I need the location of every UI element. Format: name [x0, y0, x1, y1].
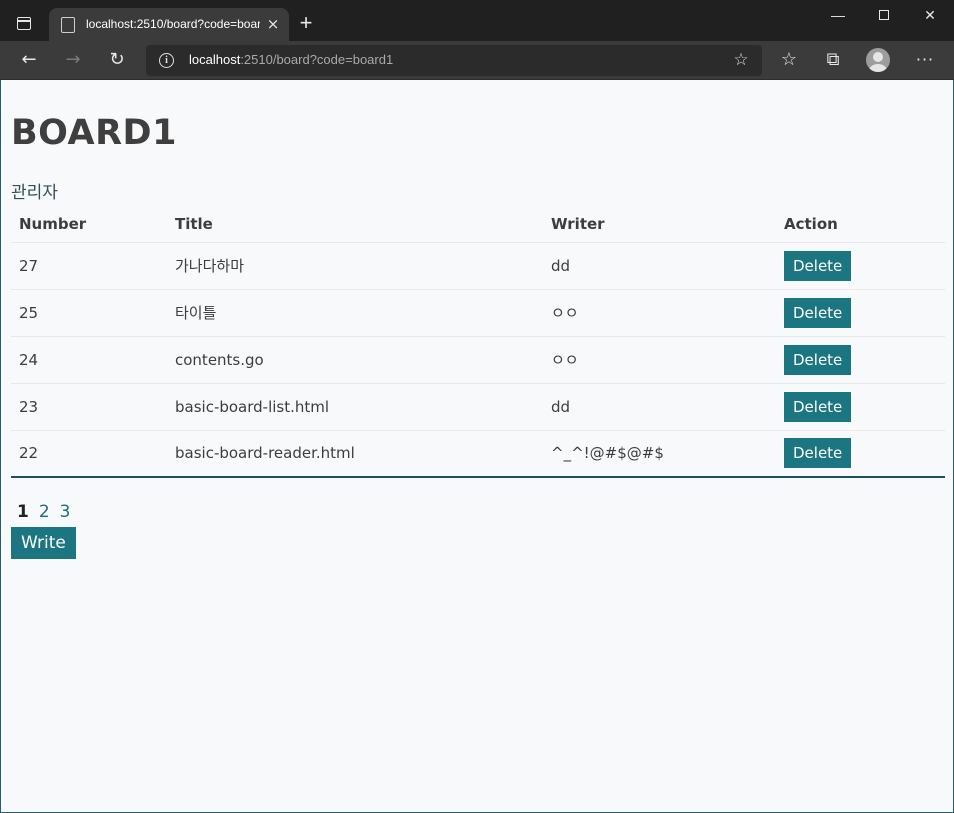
row-number: 24 — [11, 336, 167, 384]
url-host: localhost — [189, 52, 241, 67]
tab-close-icon[interactable]: × — [264, 15, 282, 33]
minimize-button[interactable]: — — [815, 0, 861, 32]
row-number: 23 — [11, 383, 167, 431]
row-action: Delete — [776, 336, 945, 384]
header-number: Number — [11, 206, 167, 243]
row-writer: dd — [543, 383, 776, 431]
favorites-icon[interactable]: ☆ — [774, 45, 804, 75]
row-writer: ㅇㅇ — [543, 289, 776, 337]
url-path: :2510/board?code=board1 — [240, 52, 394, 67]
row-number: 27 — [11, 242, 167, 290]
row-writer: ^_^!@#$@#$ — [543, 430, 776, 478]
title-bar: localhost:2510/board?code=board1 × + — ✕ — [0, 0, 954, 41]
maximize-button[interactable] — [861, 0, 907, 32]
delete-button[interactable]: Delete — [784, 344, 852, 375]
delete-button[interactable]: Delete — [784, 438, 852, 469]
collections-icon[interactable]: ⧉ — [818, 45, 848, 75]
delete-button[interactable]: Delete — [784, 250, 852, 281]
delete-button[interactable]: Delete — [784, 391, 852, 422]
user-role-label: 관리자 — [11, 183, 58, 203]
page-favicon-icon — [61, 17, 75, 33]
row-action: Delete — [776, 289, 945, 337]
back-arrow-icon[interactable]: ← — [14, 45, 44, 75]
page-content: BOARD1 관리자 Number Title Writer Action 27… — [0, 80, 954, 813]
reload-icon[interactable]: ↻ — [102, 45, 132, 75]
row-action: Delete — [776, 383, 945, 431]
header-title: Title — [167, 206, 543, 243]
more-options-icon[interactable]: ··· — [910, 45, 940, 75]
table-row: 24 contents.go ㅇㅇ Delete — [11, 336, 945, 384]
page-title: BOARD1 — [11, 113, 177, 153]
row-title[interactable]: basic-board-list.html — [167, 383, 543, 431]
table-row: 23 basic-board-list.html dd Delete — [11, 383, 945, 431]
page-link-1[interactable]: 1 — [17, 502, 29, 522]
profile-avatar[interactable] — [866, 48, 890, 72]
row-action: Delete — [776, 430, 945, 478]
row-title[interactable]: 타이틀 — [167, 289, 543, 337]
row-title[interactable]: basic-board-reader.html — [167, 430, 543, 478]
maximize-icon — [879, 10, 889, 21]
tab-title: localhost:2510/board?code=board1 — [86, 17, 260, 31]
add-favorite-icon[interactable]: ☆ — [730, 49, 752, 71]
row-action: Delete — [776, 242, 945, 290]
address-bar[interactable]: i localhost:2510/board?code=board1 ☆ — [146, 45, 762, 76]
table-row: 25 타이틀 ㅇㅇ Delete — [11, 289, 945, 337]
site-info-icon[interactable]: i — [159, 53, 174, 68]
browser-toolbar: ← → ↻ i localhost:2510/board?code=board1… — [0, 41, 954, 80]
pagination: 123 — [17, 502, 81, 522]
row-writer: ㅇㅇ — [543, 336, 776, 384]
table-row: 22 basic-board-reader.html ^_^!@#$@#$ De… — [11, 430, 945, 478]
row-title[interactable]: 가나다하마 — [167, 242, 543, 290]
row-number: 25 — [11, 289, 167, 337]
forward-arrow-icon[interactable]: → — [58, 45, 88, 75]
board-table: Number Title Writer Action 27 가나다하마 dd D… — [11, 206, 945, 478]
new-tab-icon[interactable]: + — [296, 12, 316, 34]
write-button[interactable]: Write — [11, 527, 76, 559]
header-writer: Writer — [543, 206, 776, 243]
row-writer: dd — [543, 242, 776, 290]
page-link-2[interactable]: 2 — [39, 502, 50, 522]
delete-button[interactable]: Delete — [784, 297, 852, 328]
row-title[interactable]: contents.go — [167, 336, 543, 384]
address-text[interactable]: localhost:2510/board?code=board1 — [189, 52, 393, 67]
close-window-button[interactable]: ✕ — [907, 0, 953, 32]
table-row: 27 가나다하마 dd Delete — [11, 242, 945, 290]
browser-tab[interactable]: localhost:2510/board?code=board1 × — [49, 8, 289, 41]
page-link-3[interactable]: 3 — [60, 502, 71, 522]
tab-actions-icon[interactable] — [17, 17, 31, 30]
header-action: Action — [776, 206, 945, 243]
table-header-row: Number Title Writer Action — [11, 206, 945, 243]
row-number: 22 — [11, 430, 167, 478]
